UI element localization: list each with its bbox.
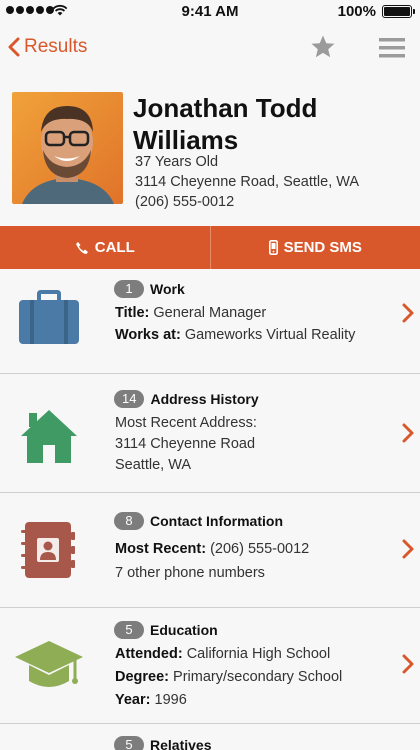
most-recent-label: Most Recent: [115,541,207,557]
contact-information-section[interactable]: 8 Contact Information Most Recent: (206)… [0,494,420,608]
profile-name-line2: Williams [133,125,239,155]
profile-age: 37 Years Old [135,154,219,170]
education-section[interactable]: 5 Education Attended: California High Sc… [0,609,420,724]
chevron-left-icon [8,37,20,57]
address-street: 3114 Cheyenne Road [115,436,256,452]
send-sms-button[interactable]: SEND SMS [211,226,420,269]
chevron-right-icon [402,654,414,674]
address-book-icon [21,522,75,578]
send-sms-button-label: SEND SMS [283,239,362,256]
work-title-label: Title: [115,305,150,321]
most-recent-phone: (206) 555-0012 [210,541,310,557]
work-title-value: General Manager [153,305,267,321]
relatives-title: Relatives [150,737,212,750]
back-button[interactable]: Results [8,36,87,58]
chevron-right-icon [402,539,414,559]
degree-value: Primary/secondary School [173,669,343,685]
most-recent-address-label: Most Recent Address: [115,415,257,431]
mobile-phone-icon [268,240,278,255]
education-count-badge: 5 [114,621,144,639]
chevron-right-icon [402,423,414,443]
battery-icon [382,5,415,18]
work-title: Work [150,281,185,297]
work-section[interactable]: 1 Work Title: General Manager Works at: … [0,270,420,374]
navigation-bar: Results [0,24,420,74]
avatar [12,92,123,204]
battery-percentage: 100% [337,3,376,20]
address-history-section[interactable]: 14 Address History Most Recent Address: … [0,375,420,493]
address-count-badge: 14 [114,390,145,408]
house-icon [21,410,77,463]
menu-icon[interactable] [379,37,405,59]
call-button-label: CALL [94,239,135,256]
graduation-cap-icon [15,641,83,687]
briefcase-icon [19,290,79,344]
profile-address: 3114 Cheyenne Road, Seattle, WA [135,174,360,190]
attended-label: Attended: [115,646,183,662]
works-at-value: Gameworks Virtual Reality [184,327,356,343]
profile-name-line1: Jonathan Todd [133,93,318,123]
call-button[interactable]: CALL [0,226,210,269]
attended-value: California High School [186,646,331,662]
address-history-title: Address History [150,391,259,407]
degree-label: Degree: [115,669,169,685]
profile-name: Jonathan Todd Williams [133,92,413,156]
relatives-count-badge: 5 [114,736,144,750]
year-label: Year: [115,692,151,708]
work-count-badge: 1 [114,280,144,298]
phone-icon [75,241,88,254]
chevron-right-icon [402,303,414,323]
education-title: Education [150,622,218,638]
relatives-section[interactable]: 5 Relatives [0,725,420,750]
works-at-label: Works at: [115,327,181,343]
address-city: Seattle, WA [115,457,192,473]
favorite-star-icon[interactable] [310,34,336,60]
profile-header: Jonathan Todd Williams 37 Years Old 3114… [0,92,420,222]
contact-count-badge: 8 [114,512,144,530]
contact-information-title: Contact Information [150,513,283,529]
status-bar: 9:41 AM 100% [0,0,420,24]
back-button-label: Results [24,36,88,57]
year-value: 1996 [154,692,187,708]
other-phone-numbers: 7 other phone numbers [115,565,265,581]
action-bar: CALL SEND SMS [0,226,420,269]
profile-phone: (206) 555-0012 [135,194,235,210]
